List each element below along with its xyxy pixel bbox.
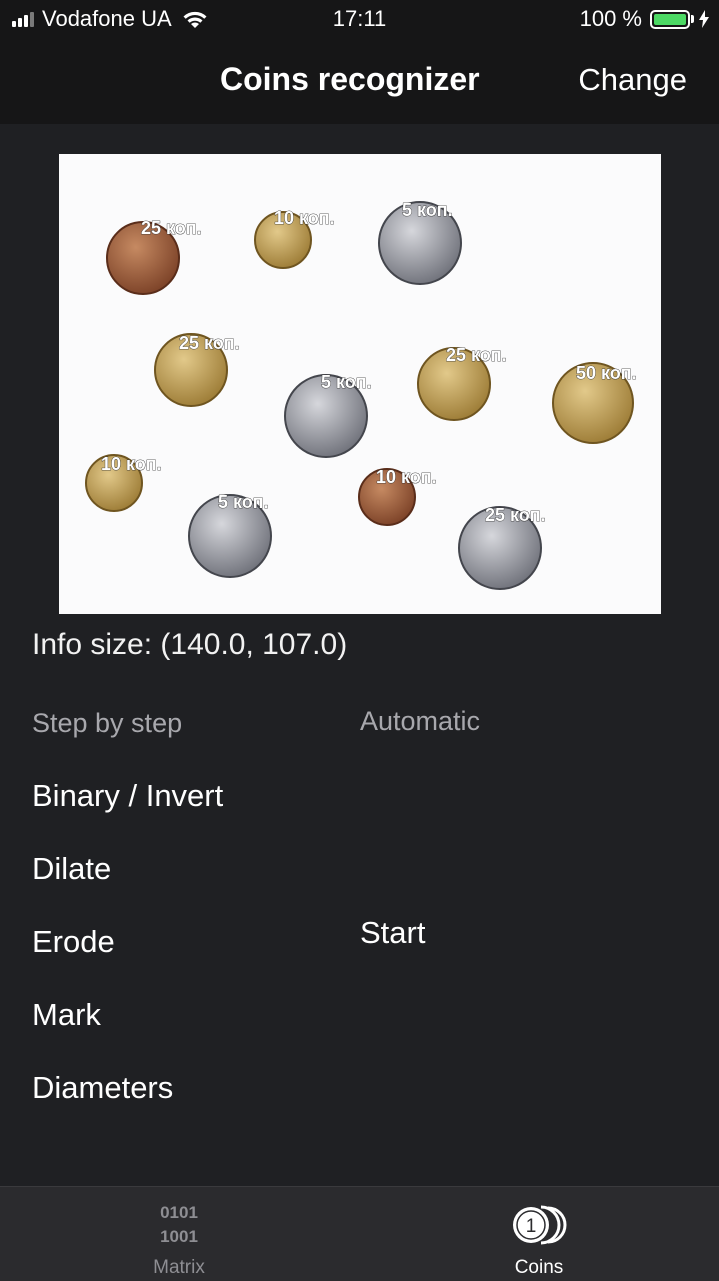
- coin-label: 25 коп.: [446, 345, 507, 365]
- coin-label: 25 коп.: [141, 218, 202, 238]
- tab-bar: 0101 1001 Matrix 1 Coins: [0, 1186, 719, 1281]
- coin-label: 10 коп.: [101, 454, 162, 474]
- tab-coins-label: Coins: [514, 1257, 564, 1278]
- coin-label: 5 коп.: [402, 200, 453, 220]
- coin-label: 5 коп.: [321, 372, 372, 392]
- battery-icon: [650, 9, 690, 29]
- info-text: Info size: (140.0, 107.0): [32, 628, 348, 661]
- coins-photo-canvas: 25 коп. 10 коп. 5 коп. 25 коп. 5 коп. 25…: [85, 200, 637, 590]
- step-by-step-label: Step by step: [32, 708, 183, 738]
- binary-invert-button[interactable]: Binary / Invert: [32, 778, 223, 814]
- status-right: 100 %: [580, 6, 709, 32]
- battery-cap: [691, 15, 694, 23]
- coins-photo: 25 коп. 10 коп. 5 коп. 25 коп. 5 коп. 25…: [59, 154, 661, 614]
- dilate-button[interactable]: Dilate: [32, 851, 111, 887]
- change-button[interactable]: Change: [578, 62, 687, 98]
- coin-label: 5 коп.: [218, 492, 269, 512]
- coin-label: 25 коп.: [179, 333, 240, 353]
- tab-matrix-label: Matrix: [153, 1257, 205, 1278]
- tab-coins[interactable]: 1 Coins: [439, 1187, 639, 1281]
- coins-icon: 1: [513, 1205, 567, 1245]
- charging-bolt-icon: [699, 10, 709, 28]
- diameters-button[interactable]: Diameters: [32, 1070, 173, 1106]
- coin-label: 10 коп.: [274, 208, 335, 228]
- coin-label: 50 коп.: [576, 363, 637, 383]
- status-bar: Vodafone UA 17:11 100 %: [0, 0, 719, 40]
- nav-title: Coins recognizer: [220, 61, 480, 97]
- erode-button[interactable]: Erode: [32, 924, 115, 960]
- coin-label: 25 коп.: [485, 505, 546, 525]
- tab-matrix[interactable]: 0101 1001 Matrix: [79, 1187, 279, 1281]
- matrix-icon: 0101 1001: [160, 1203, 198, 1246]
- automatic-label: Automatic: [360, 706, 481, 736]
- navigation-bar: Coins recognizer Change: [0, 40, 719, 124]
- start-button[interactable]: Start: [360, 915, 425, 951]
- svg-text:1: 1: [526, 1216, 537, 1237]
- coin-label: 10 коп.: [376, 467, 437, 487]
- battery-percent: 100 %: [579, 6, 642, 31]
- mark-button[interactable]: Mark: [32, 997, 101, 1033]
